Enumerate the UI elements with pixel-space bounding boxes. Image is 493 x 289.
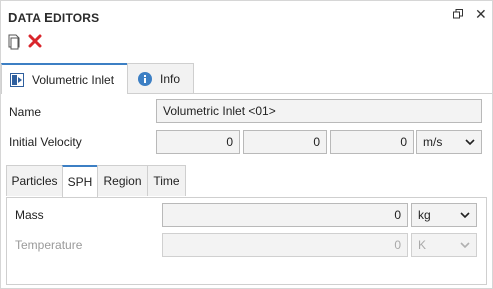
chevron-down-icon: [465, 139, 475, 146]
temperature-field: 0: [162, 233, 408, 257]
volumetric-inlet-icon: [10, 72, 24, 87]
chevron-down-icon: [460, 242, 470, 249]
copy-icon[interactable]: [7, 34, 23, 50]
velocity-x-field[interactable]: 0: [156, 130, 240, 154]
initial-velocity-label: Initial Velocity: [9, 135, 82, 149]
mass-label: Mass: [15, 208, 44, 222]
tab-volumetric-inlet[interactable]: Volumetric Inlet: [1, 63, 128, 94]
tab-label: Volumetric Inlet: [32, 72, 115, 87]
velocity-y-field[interactable]: 0: [243, 130, 327, 154]
velocity-unit-value: m/s: [423, 135, 443, 149]
main-tab-bar: Volumetric Inlet Info: [1, 63, 492, 94]
mass-unit-select[interactable]: kg: [411, 203, 477, 227]
mass-field[interactable]: 0: [162, 203, 408, 227]
tab-label: Info: [160, 71, 181, 86]
mass-unit-value: kg: [418, 208, 431, 222]
tab-time[interactable]: Time: [147, 165, 186, 196]
close-icon[interactable]: ✕: [475, 6, 487, 23]
velocity-unit-select[interactable]: m/s: [416, 130, 482, 154]
data-editors-panel: DATA EDITORS ✕ Volumetric Inlet Info Nam…: [0, 0, 493, 289]
velocity-z-field[interactable]: 0: [330, 130, 414, 154]
name-label: Name: [9, 105, 42, 119]
delete-icon[interactable]: [28, 34, 44, 50]
sub-tab-bar: Particles SPH Region Time: [6, 165, 487, 198]
tab-particles[interactable]: Particles: [6, 165, 63, 196]
temperature-label: Temperature: [15, 238, 83, 252]
tab-info[interactable]: Info: [127, 63, 194, 93]
info-icon: [138, 71, 152, 86]
temperature-unit-select: K: [411, 233, 477, 257]
temperature-unit-value: K: [418, 238, 427, 252]
tab-region[interactable]: Region: [97, 165, 148, 196]
name-field[interactable]: Volumetric Inlet <01>: [156, 99, 482, 123]
chevron-down-icon: [460, 212, 470, 219]
tab-sph[interactable]: SPH: [62, 165, 98, 197]
panel-title: DATA EDITORS: [8, 10, 100, 25]
restore-window-icon[interactable]: [453, 8, 463, 22]
